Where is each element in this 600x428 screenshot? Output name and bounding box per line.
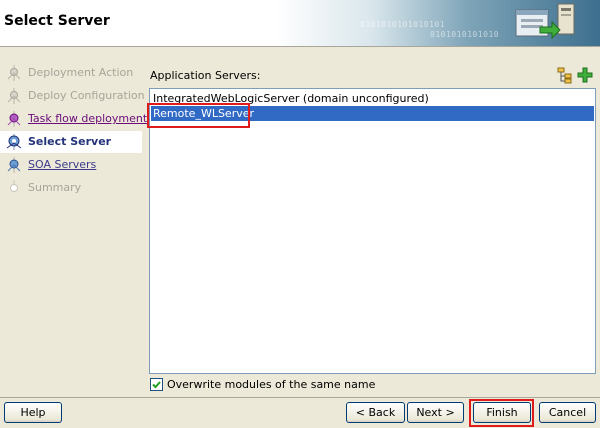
next-button[interactable]: Next > <box>407 402 464 423</box>
checkmark-icon <box>152 381 161 389</box>
application-servers-list[interactable]: IntegratedWebLogicServer (domain unconfi… <box>149 88 596 374</box>
step-future-icon <box>10 180 18 192</box>
step-soa-servers[interactable]: SOA Servers <box>0 154 142 176</box>
back-button-label: < Back <box>355 406 396 419</box>
step-visited-icon <box>7 111 21 127</box>
header-binary-decoration: 0101010101010101 <box>360 20 446 29</box>
back-button[interactable]: < Back <box>346 402 405 423</box>
step-label: SOA Servers <box>28 158 97 171</box>
application-servers-label: Application Servers: <box>150 69 261 82</box>
server-deploy-icon <box>515 3 575 40</box>
server-actions <box>556 66 596 84</box>
highlight-annotation-server <box>147 103 250 128</box>
help-button-label: Help <box>20 406 46 419</box>
step-label: Select Server <box>28 135 112 148</box>
cancel-button[interactable]: Cancel <box>539 402 596 423</box>
wizard-steps-panel: Deployment Action Deploy Configuration T… <box>0 48 147 398</box>
step-deployment-action[interactable]: Deployment Action <box>0 62 142 84</box>
wizard-header: Select Server 0101010101010101 010101010… <box>0 0 600 47</box>
step-label: Summary <box>28 181 82 194</box>
finish-button[interactable]: Finish <box>473 402 531 423</box>
step-summary[interactable]: Summary <box>0 177 142 199</box>
step-link-icon <box>7 157 21 173</box>
server-tree-icon[interactable] <box>556 66 574 84</box>
step-select-server[interactable]: Select Server <box>0 131 142 153</box>
overwrite-modules-checkbox[interactable] <box>150 378 163 391</box>
step-task-flow-deployment[interactable]: Task flow deployment <box>0 108 147 130</box>
help-button[interactable]: Help <box>4 402 62 423</box>
step-label: Task flow deployment <box>28 112 148 125</box>
step-done-icon <box>7 65 21 81</box>
finish-button-label: Finish <box>486 406 518 419</box>
cancel-button-label: Cancel <box>548 406 587 419</box>
step-current-icon <box>6 134 22 150</box>
step-deploy-configuration[interactable]: Deploy Configuration <box>0 85 145 107</box>
step-done-icon <box>7 88 21 104</box>
add-server-icon[interactable] <box>576 66 594 84</box>
button-bar-separator <box>0 397 600 398</box>
overwrite-modules-label: Overwrite modules of the same name <box>167 378 376 391</box>
step-label: Deployment Action <box>28 66 134 79</box>
next-button-label: Next > <box>416 406 455 419</box>
header-binary-decoration-2: 0101010101010 <box>430 30 500 39</box>
step-label: Deploy Configuration <box>28 89 145 102</box>
page-title: Select Server <box>4 13 110 29</box>
